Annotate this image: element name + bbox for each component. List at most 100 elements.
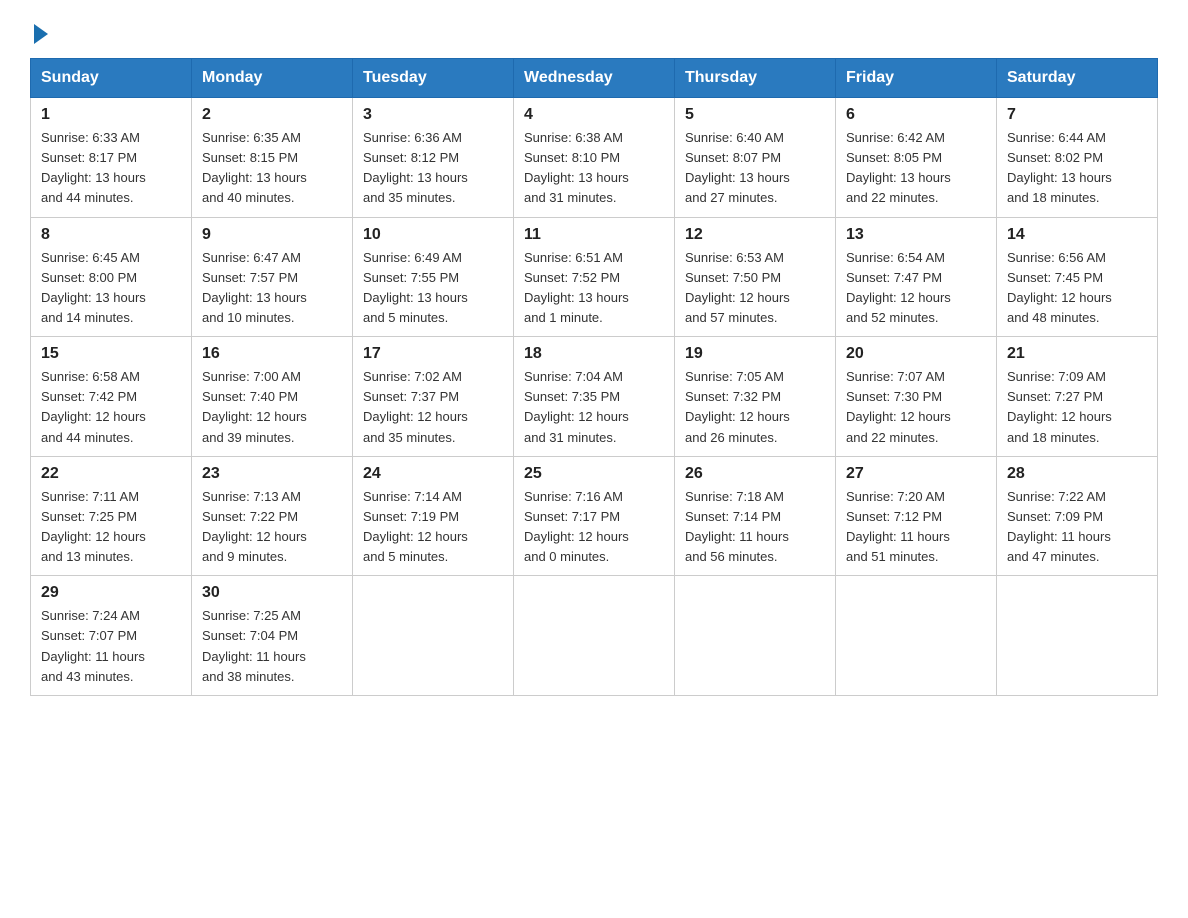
calendar-cell: 7 Sunrise: 6:44 AMSunset: 8:02 PMDayligh… xyxy=(997,98,1158,218)
calendar-cell xyxy=(514,576,675,696)
day-number: 10 xyxy=(363,226,503,244)
day-number: 18 xyxy=(524,345,664,363)
day-number: 24 xyxy=(363,465,503,483)
day-number: 26 xyxy=(685,465,825,483)
day-number: 17 xyxy=(363,345,503,363)
day-info: Sunrise: 7:20 AMSunset: 7:12 PMDaylight:… xyxy=(846,489,950,564)
day-header-tuesday: Tuesday xyxy=(353,59,514,98)
day-header-wednesday: Wednesday xyxy=(514,59,675,98)
day-info: Sunrise: 7:22 AMSunset: 7:09 PMDaylight:… xyxy=(1007,489,1111,564)
calendar-cell: 18 Sunrise: 7:04 AMSunset: 7:35 PMDaylig… xyxy=(514,337,675,457)
calendar-cell: 28 Sunrise: 7:22 AMSunset: 7:09 PMDaylig… xyxy=(997,456,1158,576)
calendar-cell: 6 Sunrise: 6:42 AMSunset: 8:05 PMDayligh… xyxy=(836,98,997,218)
day-info: Sunrise: 6:45 AMSunset: 8:00 PMDaylight:… xyxy=(41,250,146,325)
day-info: Sunrise: 6:47 AMSunset: 7:57 PMDaylight:… xyxy=(202,250,307,325)
day-header-sunday: Sunday xyxy=(31,59,192,98)
calendar-cell: 5 Sunrise: 6:40 AMSunset: 8:07 PMDayligh… xyxy=(675,98,836,218)
logo-arrow-icon xyxy=(34,24,48,44)
day-info: Sunrise: 7:24 AMSunset: 7:07 PMDaylight:… xyxy=(41,608,145,683)
day-number: 4 xyxy=(524,106,664,124)
calendar-cell: 10 Sunrise: 6:49 AMSunset: 7:55 PMDaylig… xyxy=(353,217,514,337)
day-info: Sunrise: 6:42 AMSunset: 8:05 PMDaylight:… xyxy=(846,130,951,205)
day-number: 9 xyxy=(202,226,342,244)
calendar-cell: 17 Sunrise: 7:02 AMSunset: 7:37 PMDaylig… xyxy=(353,337,514,457)
calendar-cell: 19 Sunrise: 7:05 AMSunset: 7:32 PMDaylig… xyxy=(675,337,836,457)
day-info: Sunrise: 7:13 AMSunset: 7:22 PMDaylight:… xyxy=(202,489,307,564)
calendar-cell xyxy=(997,576,1158,696)
calendar-cell: 30 Sunrise: 7:25 AMSunset: 7:04 PMDaylig… xyxy=(192,576,353,696)
calendar-cell: 2 Sunrise: 6:35 AMSunset: 8:15 PMDayligh… xyxy=(192,98,353,218)
day-info: Sunrise: 6:35 AMSunset: 8:15 PMDaylight:… xyxy=(202,130,307,205)
day-number: 6 xyxy=(846,106,986,124)
day-number: 30 xyxy=(202,584,342,602)
week-row-4: 22 Sunrise: 7:11 AMSunset: 7:25 PMDaylig… xyxy=(31,456,1158,576)
day-info: Sunrise: 7:18 AMSunset: 7:14 PMDaylight:… xyxy=(685,489,789,564)
day-number: 12 xyxy=(685,226,825,244)
calendar-cell: 12 Sunrise: 6:53 AMSunset: 7:50 PMDaylig… xyxy=(675,217,836,337)
day-info: Sunrise: 6:33 AMSunset: 8:17 PMDaylight:… xyxy=(41,130,146,205)
day-info: Sunrise: 7:05 AMSunset: 7:32 PMDaylight:… xyxy=(685,369,790,444)
day-info: Sunrise: 7:00 AMSunset: 7:40 PMDaylight:… xyxy=(202,369,307,444)
week-row-1: 1 Sunrise: 6:33 AMSunset: 8:17 PMDayligh… xyxy=(31,98,1158,218)
calendar-cell: 4 Sunrise: 6:38 AMSunset: 8:10 PMDayligh… xyxy=(514,98,675,218)
week-row-5: 29 Sunrise: 7:24 AMSunset: 7:07 PMDaylig… xyxy=(31,576,1158,696)
day-info: Sunrise: 6:40 AMSunset: 8:07 PMDaylight:… xyxy=(685,130,790,205)
day-number: 2 xyxy=(202,106,342,124)
calendar-cell: 13 Sunrise: 6:54 AMSunset: 7:47 PMDaylig… xyxy=(836,217,997,337)
calendar-cell xyxy=(353,576,514,696)
day-number: 1 xyxy=(41,106,181,124)
day-info: Sunrise: 6:53 AMSunset: 7:50 PMDaylight:… xyxy=(685,250,790,325)
day-number: 5 xyxy=(685,106,825,124)
calendar-cell: 22 Sunrise: 7:11 AMSunset: 7:25 PMDaylig… xyxy=(31,456,192,576)
calendar-cell xyxy=(675,576,836,696)
day-info: Sunrise: 7:16 AMSunset: 7:17 PMDaylight:… xyxy=(524,489,629,564)
calendar-cell: 25 Sunrise: 7:16 AMSunset: 7:17 PMDaylig… xyxy=(514,456,675,576)
calendar-cell: 11 Sunrise: 6:51 AMSunset: 7:52 PMDaylig… xyxy=(514,217,675,337)
day-info: Sunrise: 6:44 AMSunset: 8:02 PMDaylight:… xyxy=(1007,130,1112,205)
calendar-cell: 21 Sunrise: 7:09 AMSunset: 7:27 PMDaylig… xyxy=(997,337,1158,457)
day-number: 14 xyxy=(1007,226,1147,244)
day-info: Sunrise: 6:36 AMSunset: 8:12 PMDaylight:… xyxy=(363,130,468,205)
day-info: Sunrise: 7:25 AMSunset: 7:04 PMDaylight:… xyxy=(202,608,306,683)
day-number: 25 xyxy=(524,465,664,483)
day-header-friday: Friday xyxy=(836,59,997,98)
day-info: Sunrise: 6:49 AMSunset: 7:55 PMDaylight:… xyxy=(363,250,468,325)
calendar-cell xyxy=(836,576,997,696)
day-number: 8 xyxy=(41,226,181,244)
calendar-cell: 14 Sunrise: 6:56 AMSunset: 7:45 PMDaylig… xyxy=(997,217,1158,337)
calendar-cell: 29 Sunrise: 7:24 AMSunset: 7:07 PMDaylig… xyxy=(31,576,192,696)
day-info: Sunrise: 7:02 AMSunset: 7:37 PMDaylight:… xyxy=(363,369,468,444)
calendar-cell: 27 Sunrise: 7:20 AMSunset: 7:12 PMDaylig… xyxy=(836,456,997,576)
day-number: 15 xyxy=(41,345,181,363)
day-info: Sunrise: 6:38 AMSunset: 8:10 PMDaylight:… xyxy=(524,130,629,205)
calendar-cell: 3 Sunrise: 6:36 AMSunset: 8:12 PMDayligh… xyxy=(353,98,514,218)
calendar-cell: 15 Sunrise: 6:58 AMSunset: 7:42 PMDaylig… xyxy=(31,337,192,457)
calendar-cell: 24 Sunrise: 7:14 AMSunset: 7:19 PMDaylig… xyxy=(353,456,514,576)
day-info: Sunrise: 6:54 AMSunset: 7:47 PMDaylight:… xyxy=(846,250,951,325)
day-info: Sunrise: 7:11 AMSunset: 7:25 PMDaylight:… xyxy=(41,489,146,564)
day-number: 7 xyxy=(1007,106,1147,124)
logo xyxy=(30,20,48,40)
calendar-table: SundayMondayTuesdayWednesdayThursdayFrid… xyxy=(30,58,1158,696)
day-headers-row: SundayMondayTuesdayWednesdayThursdayFrid… xyxy=(31,59,1158,98)
day-number: 11 xyxy=(524,226,664,244)
calendar-cell: 9 Sunrise: 6:47 AMSunset: 7:57 PMDayligh… xyxy=(192,217,353,337)
day-number: 21 xyxy=(1007,345,1147,363)
calendar-cell: 26 Sunrise: 7:18 AMSunset: 7:14 PMDaylig… xyxy=(675,456,836,576)
day-info: Sunrise: 6:51 AMSunset: 7:52 PMDaylight:… xyxy=(524,250,629,325)
calendar-cell: 16 Sunrise: 7:00 AMSunset: 7:40 PMDaylig… xyxy=(192,337,353,457)
calendar-cell: 1 Sunrise: 6:33 AMSunset: 8:17 PMDayligh… xyxy=(31,98,192,218)
day-info: Sunrise: 7:07 AMSunset: 7:30 PMDaylight:… xyxy=(846,369,951,444)
day-info: Sunrise: 7:14 AMSunset: 7:19 PMDaylight:… xyxy=(363,489,468,564)
day-info: Sunrise: 7:04 AMSunset: 7:35 PMDaylight:… xyxy=(524,369,629,444)
day-number: 28 xyxy=(1007,465,1147,483)
day-info: Sunrise: 6:58 AMSunset: 7:42 PMDaylight:… xyxy=(41,369,146,444)
day-number: 3 xyxy=(363,106,503,124)
week-row-3: 15 Sunrise: 6:58 AMSunset: 7:42 PMDaylig… xyxy=(31,337,1158,457)
day-number: 20 xyxy=(846,345,986,363)
day-header-thursday: Thursday xyxy=(675,59,836,98)
day-info: Sunrise: 7:09 AMSunset: 7:27 PMDaylight:… xyxy=(1007,369,1112,444)
week-row-2: 8 Sunrise: 6:45 AMSunset: 8:00 PMDayligh… xyxy=(31,217,1158,337)
calendar-cell: 8 Sunrise: 6:45 AMSunset: 8:00 PMDayligh… xyxy=(31,217,192,337)
day-header-monday: Monday xyxy=(192,59,353,98)
